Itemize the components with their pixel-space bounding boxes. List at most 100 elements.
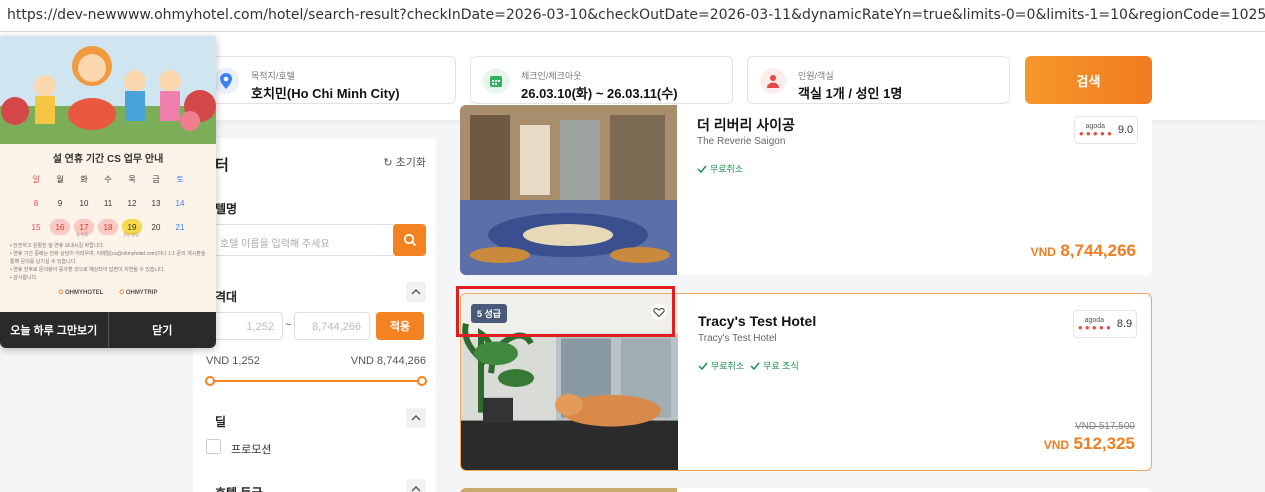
notice-popup: 설 연휴 기간 CS 업무 안내 일 월 화 수 목 금 토 8 9 10 11…	[0, 36, 216, 348]
chevron-up-icon	[411, 415, 421, 421]
date-value: 26.03.10(화) ~ 26.03.11(수)	[521, 86, 678, 101]
price: VND 512,325	[1044, 434, 1135, 454]
hotel-name[interactable]: Tracy's Test Hotel	[698, 313, 816, 329]
min-price-input[interactable]: 1,252	[207, 312, 283, 340]
agoda-dots: ● ● ● ● ●	[1078, 129, 1112, 138]
date-label: 체크인/체크아웃	[521, 71, 582, 81]
note-line: • 연휴 기간 중에는 전화 상담이 어려우며, 이메일(cs@ohmyhote…	[10, 251, 206, 265]
holiday-caption: 설 연휴	[76, 232, 89, 237]
guests-value: 객실 1개 / 성인 1명	[798, 86, 903, 101]
ohmytrip-logo-mark: ⭘	[119, 290, 125, 296]
ohmyhotel-logo-mark: ⭘	[58, 290, 64, 296]
filter-panel: 터 ↻ 초기화 텔명 호텔 이름을 입력해 주세요 격대 1,252 ~ 8,7…	[193, 138, 436, 492]
rating-score: 8.9	[1116, 318, 1133, 330]
guests-field[interactable]: 인원/객실 객실 1개 / 성인 1명	[747, 56, 1010, 104]
weekday: 토	[176, 174, 184, 184]
chevron-up-icon	[411, 289, 421, 295]
calendar-day: 9	[57, 198, 63, 208]
person-icon	[760, 68, 786, 94]
address-bar[interactable]: https://dev-newwww.ohmyhotel.com/hotel/s…	[0, 0, 1265, 32]
calendar-week: 15 16 17 18 19 20 21	[26, 215, 190, 239]
tag: 무료취소	[698, 359, 744, 372]
original-price: VND 517,500	[1074, 421, 1135, 432]
guests-label: 인원/객실	[798, 71, 834, 81]
agoda-logo: agoda ● ● ● ● ●	[1078, 123, 1112, 138]
calendar-day: 21	[175, 222, 185, 232]
note-line: • 안전하고 원활한 설 연휴 보내시길 바랍니다.	[10, 243, 105, 249]
price-slider-max-handle[interactable]	[417, 376, 427, 386]
destination-value: 호치민(Ho Chi Minh City)	[251, 86, 400, 101]
price-currency: VND	[1043, 438, 1070, 452]
check-icon	[750, 362, 760, 370]
holiday-day: 16	[50, 219, 70, 235]
weekday: 수	[104, 174, 112, 184]
search-button[interactable]: 검색	[1025, 56, 1152, 104]
hotel-photo	[460, 105, 677, 275]
price: VND 8,744,266	[1031, 241, 1136, 261]
price-separator: ~	[285, 319, 292, 331]
popup-illustration	[0, 36, 216, 144]
destination-label: 목적지/호텔	[251, 71, 295, 81]
date-field[interactable]: 체크인/체크아웃 26.03.10(화) ~ 26.03.11(수)	[470, 56, 733, 104]
popup-title: 설 연휴 기간 CS 업무 안내	[52, 154, 164, 165]
ohmyhotel-logo-text: OHMYHOTEL	[64, 290, 104, 296]
benefit-tags: 무료취소	[697, 162, 743, 175]
price-label: 격대	[215, 290, 238, 304]
popup-notes: • 안전하고 원활한 설 연휴 보내시길 바랍니다. • 연휴 기간 중에는 전…	[10, 242, 206, 282]
hotel-name-input[interactable]: 호텔 이름을 입력해 주세요	[207, 224, 413, 256]
calendar-day: 10	[79, 198, 89, 208]
promotion-checkbox[interactable]	[206, 439, 221, 454]
search-icon	[403, 233, 416, 247]
price-amount: 512,325	[1073, 434, 1135, 453]
note-line: • 연휴 전후로 문의량이 증가할 것으로 예상되어 답변이 지연될 수 있습니…	[10, 267, 166, 273]
weekday: 일	[32, 174, 40, 184]
check-icon	[698, 362, 708, 370]
calendar-day: 15	[31, 222, 41, 232]
agoda-rating-badge: agoda ● ● ● ● ● 9.0	[1074, 116, 1138, 144]
agoda-dots: ● ● ● ● ●	[1077, 323, 1111, 332]
holiday-calendar: 일 월 화 수 목 금 토 8 9 10 11 12 13 14 15 16 1…	[26, 167, 190, 239]
dismiss-today-button[interactable]: 오늘 하루 그만보기	[0, 312, 108, 348]
tag-label: 무료 조식	[763, 361, 799, 371]
ohmytrip-logo-text: OHMYTRIP	[125, 290, 158, 296]
hotel-card[interactable]	[460, 488, 1152, 492]
range-min-text: VND 1,252	[206, 355, 260, 367]
hotel-name-search-button[interactable]	[393, 224, 426, 256]
calendar-day: 11	[103, 198, 113, 208]
popup-actions: 오늘 하루 그만보기 닫기	[0, 312, 216, 348]
price-amount: 8,744,266	[1060, 241, 1136, 260]
calendar-day: 20	[151, 222, 161, 232]
calendar-day: 12	[127, 198, 137, 208]
deal-label: 딜	[215, 415, 227, 429]
calendar-week: 8 9 10 11 12 13 14	[26, 191, 190, 215]
hotel-card[interactable]: 더 리버리 사이공 The Reverie Saigon 무료취소 agoda …	[460, 105, 1152, 275]
holiday-day: 18	[98, 219, 118, 235]
apply-price-button[interactable]: 적용	[376, 312, 424, 340]
hotel-name-label: 텔명	[215, 202, 238, 216]
tag-label: 무료취소	[710, 164, 744, 174]
check-icon	[697, 165, 707, 173]
destination-field[interactable]: 목적지/호텔 호치민(Ho Chi Minh City)	[200, 56, 456, 104]
agoda-logo: agoda ● ● ● ● ●	[1077, 317, 1111, 332]
calendar-icon	[483, 68, 509, 94]
price-collapse-button[interactable]	[406, 282, 426, 302]
benefit-tags: 무료취소 무료 조식	[698, 359, 799, 372]
tag: 무료 조식	[750, 359, 799, 372]
range-max-text: VND 8,744,266	[350, 355, 426, 367]
weekday-row: 일 월 화 수 목 금 토	[26, 167, 190, 191]
workday-caption: 정상 영업	[123, 232, 139, 237]
price-currency: VND	[1030, 245, 1056, 259]
rating-score: 9.0	[1117, 124, 1134, 136]
brand-logos: ⭘ OHMYHOTEL ⭘ OHMYTRIP	[0, 290, 216, 297]
close-popup-button[interactable]: 닫기	[107, 312, 217, 348]
max-price-input[interactable]: 8,744,266	[294, 312, 370, 340]
reset-label: 초기화	[395, 157, 426, 169]
note-line: • 감사합니다.	[10, 275, 38, 281]
reset-button[interactable]: ↻ 초기화	[383, 154, 426, 170]
deal-collapse-button[interactable]	[406, 408, 426, 428]
weekday: 목	[128, 174, 136, 184]
grade-collapse-button[interactable]	[406, 479, 426, 492]
calendar-day: 14	[175, 198, 185, 208]
price-slider-min-handle[interactable]	[205, 376, 215, 386]
hotel-name[interactable]: 더 리버리 사이공	[697, 115, 795, 135]
